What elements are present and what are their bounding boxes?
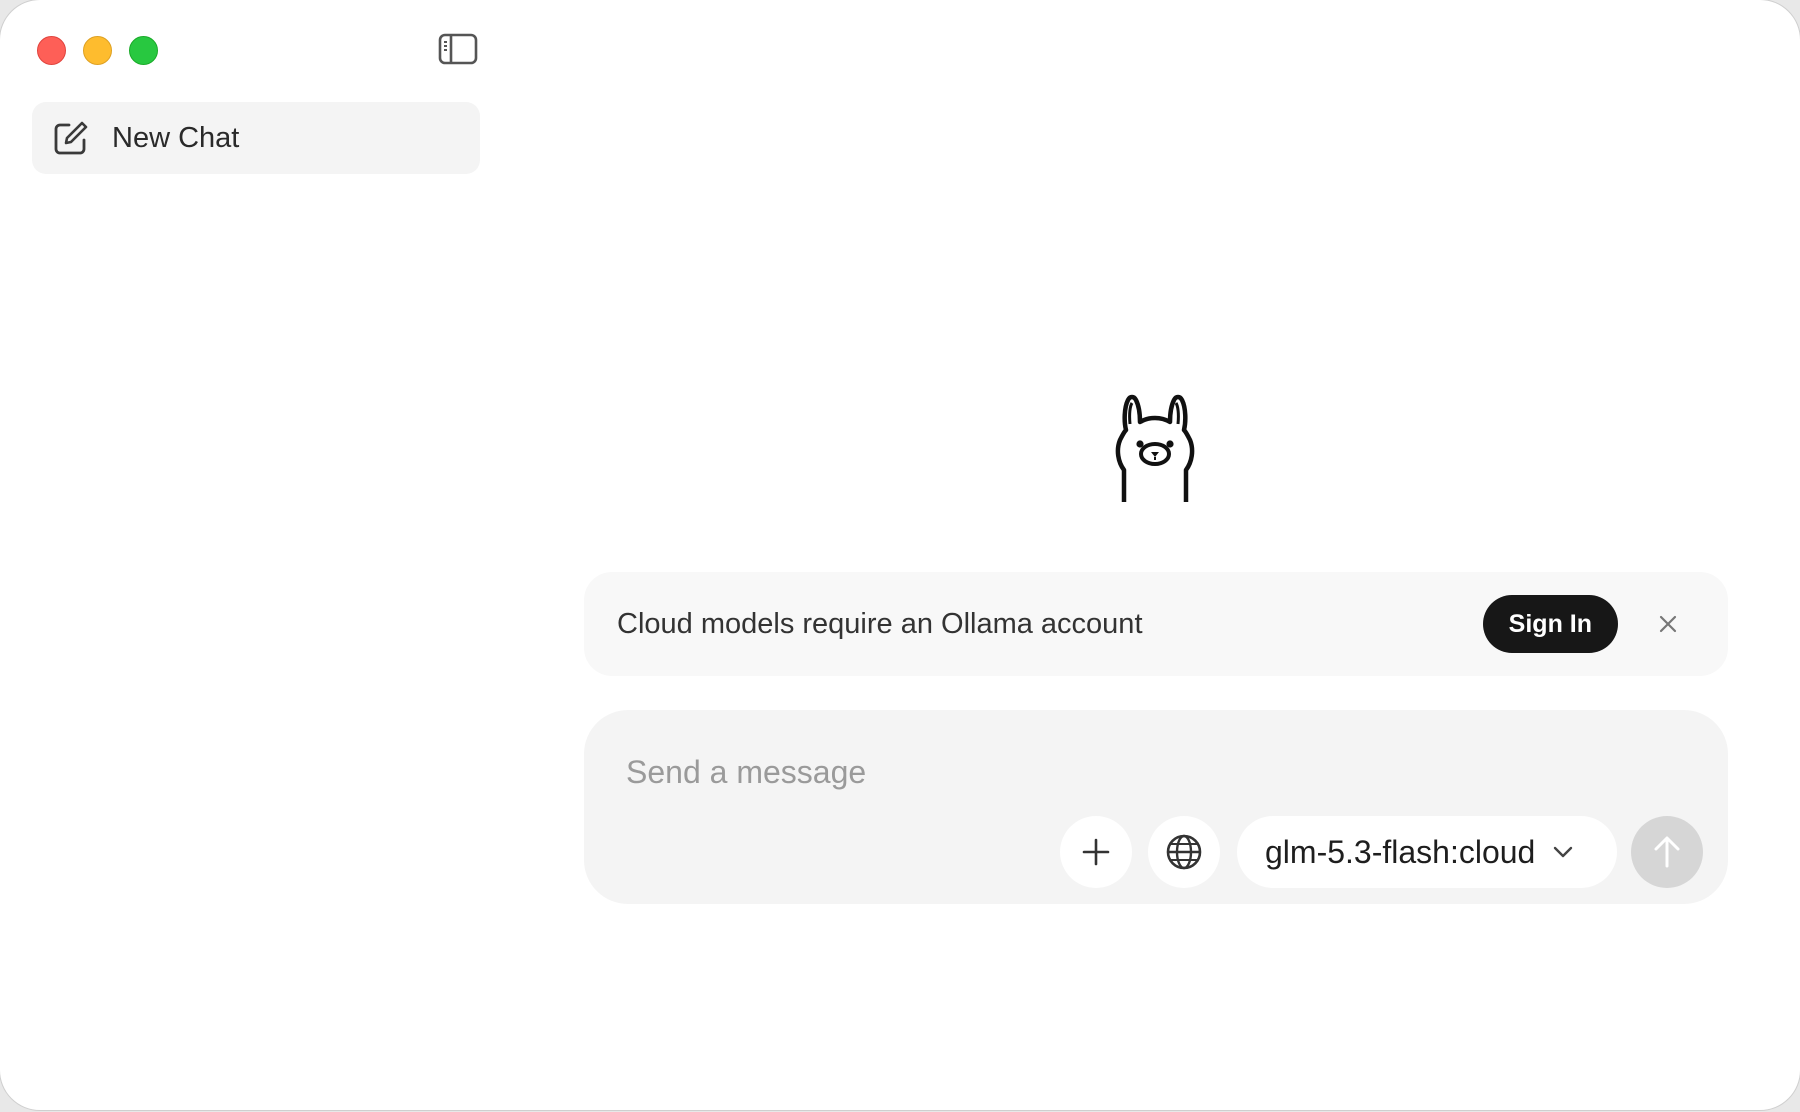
new-chat-button[interactable]: New Chat <box>32 102 480 174</box>
close-icon <box>1659 615 1677 633</box>
selected-model: glm-5.3-flash:cloud <box>1265 833 1536 870</box>
window-controls <box>37 36 158 65</box>
compose-icon <box>52 119 90 157</box>
model-selector[interactable]: glm-5.3-flash:cloud <box>1237 816 1617 888</box>
ollama-llama-icon <box>1115 394 1195 502</box>
dismiss-banner-button[interactable] <box>1648 604 1688 644</box>
message-input[interactable] <box>624 746 1628 798</box>
plus-icon <box>1082 838 1110 866</box>
banner-message: Cloud models require an Ollama account <box>617 607 1143 640</box>
sidebar-icon <box>438 33 478 65</box>
web-search-button[interactable] <box>1148 816 1220 888</box>
app-window: New Chat Cloud models require an Ollama … <box>0 0 1800 1110</box>
arrow-up-icon <box>1654 836 1680 868</box>
sign-in-button[interactable]: Sign In <box>1482 595 1618 653</box>
minimize-window-button[interactable] <box>83 36 112 65</box>
send-button[interactable] <box>1631 816 1703 888</box>
message-composer: glm-5.3-flash:cloud <box>584 710 1728 904</box>
sidebar-toggle-button[interactable] <box>437 31 479 67</box>
account-banner: Cloud models require an Ollama account S… <box>584 572 1728 676</box>
chevron-down-icon <box>1553 846 1573 858</box>
globe-icon <box>1166 834 1202 870</box>
close-window-button[interactable] <box>37 36 66 65</box>
add-attachment-button[interactable] <box>1060 816 1132 888</box>
maximize-window-button[interactable] <box>129 36 158 65</box>
new-chat-label: New Chat <box>112 121 240 154</box>
